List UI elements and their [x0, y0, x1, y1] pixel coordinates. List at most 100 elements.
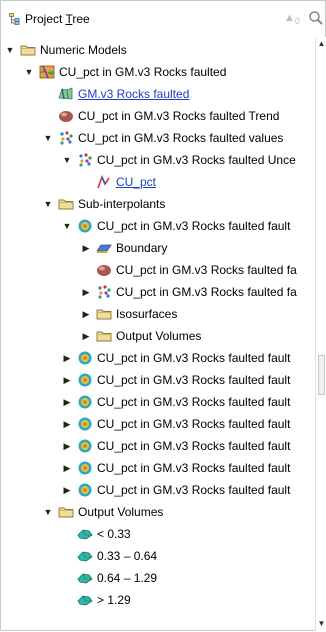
tree-item-label: CU_pct in GM.v3 Rocks faulted Trend	[78, 109, 280, 123]
tree-item-label: CU_pct in GM.v3 Rocks faulted fault	[97, 373, 291, 387]
tree-item-label: 0.33 – 0.64	[97, 549, 158, 563]
trend-ellipsoid-icon	[59, 111, 73, 122]
expand-toggle-down-icon[interactable]: ▼	[42, 127, 54, 149]
move-up-button[interactable]: ▲0	[284, 12, 304, 26]
tree-row-sub-interpolant-6[interactable]: ▶ CU_pct in GM.v3 Rocks faulted fault	[1, 435, 315, 457]
expand-toggle-down-icon[interactable]: ▼	[61, 149, 73, 171]
expand-toggle-down-icon[interactable]: ▼	[4, 39, 16, 61]
vertical-scrollbar[interactable]: ▲ ▼	[315, 37, 326, 631]
interpolant-icon	[78, 461, 92, 475]
expand-toggle-right-icon[interactable]: ▶	[61, 391, 73, 413]
expand-toggle-right-icon[interactable]: ▶	[80, 303, 92, 325]
folder-icon	[96, 331, 112, 342]
tree-item-label: Output Volumes	[116, 329, 202, 343]
tree-row-item-boundary[interactable]: ▶ Boundary	[1, 237, 315, 259]
scroll-thumb[interactable]	[318, 355, 325, 395]
tree-row-sub-interpolant-2[interactable]: ▶ CU_pct in GM.v3 Rocks faulted fault	[1, 347, 315, 369]
tree-item-label: CU_pct in GM.v3 Rocks faulted Unce	[97, 153, 296, 167]
tree-item-label: Numeric Models	[40, 43, 127, 57]
tree-item-label: Output Volumes	[78, 505, 164, 519]
tree-row-folder-isosurfaces[interactable]: ▶ Isosurfaces	[1, 303, 315, 325]
expand-toggle-right-icon[interactable]: ▶	[61, 479, 73, 501]
project-tree-panel: Project Tree ▲0 ▼ Numeric Models ▼ CU_pct i…	[0, 0, 326, 631]
tree-row-item-trend[interactable]: CU_pct in GM.v3 Rocks faulted Trend	[1, 105, 315, 127]
drillhole-icon	[97, 174, 110, 189]
points-icon	[79, 153, 92, 167]
tree-row-sub-interpolant-4[interactable]: ▶ CU_pct in GM.v3 Rocks faulted fault	[1, 391, 315, 413]
tree-row-volume-lt-033[interactable]: < 0.33	[1, 523, 315, 545]
tree-row-item-sub-trend[interactable]: CU_pct in GM.v3 Rocks faulted fa	[1, 259, 315, 281]
expand-toggle-right-icon[interactable]: ▶	[61, 347, 73, 369]
tree-item-label: CU_pct in GM.v3 Rocks faulted fault	[97, 219, 291, 233]
expand-toggle-right-icon[interactable]: ▶	[80, 281, 92, 303]
tree-view[interactable]: ▼ Numeric Models ▼ CU_pct in GM.v3 Rocks fa…	[1, 39, 315, 632]
search-icon[interactable]	[308, 10, 324, 26]
geology-model-icon	[58, 87, 73, 100]
tree-row-item-uncertainty[interactable]: ▼ CU_pct in GM.v3 Rocks faulted Unce	[1, 149, 315, 171]
expand-toggle-right-icon[interactable]: ▶	[61, 435, 73, 457]
tree-row-volume-064-129[interactable]: 0.64 – 1.29	[1, 567, 315, 589]
tree-row-sub-interpolant-8[interactable]: ▶ CU_pct in GM.v3 Rocks faulted fault	[1, 479, 315, 501]
tree-item-label: Sub-interpolants	[78, 197, 166, 211]
scroll-up-arrow-icon[interactable]: ▲	[316, 39, 326, 49]
tree-item-link[interactable]: GM.v3 Rocks faulted	[78, 83, 189, 105]
expand-toggle-right-icon[interactable]: ▶	[61, 457, 73, 479]
expand-toggle-down-icon[interactable]: ▼	[42, 193, 54, 215]
tree-row-model-cu-pct[interactable]: ▼ CU_pct in GM.v3 Rocks faulted	[1, 61, 315, 83]
volume-icon	[77, 573, 93, 584]
tree-row-folder-sub-output-volumes[interactable]: ▶ Output Volumes	[1, 325, 315, 347]
up-count: 0	[294, 16, 300, 27]
tree-item-label: CU_pct in GM.v3 Rocks faulted fault	[97, 395, 291, 409]
folder-icon	[58, 199, 74, 210]
tree-row-link-gm-v3[interactable]: GM.v3 Rocks faulted	[1, 83, 315, 105]
tree-item-label: CU_pct in GM.v3 Rocks faulted fa	[116, 285, 297, 299]
tree-item-label: CU_pct in GM.v3 Rocks faulted fault	[97, 417, 291, 431]
tree-row-folder-numeric-models[interactable]: ▼ Numeric Models	[1, 39, 315, 61]
panel-title: Project Tree	[25, 12, 90, 26]
tree-item-label: CU_pct in GM.v3 Rocks faulted values	[78, 131, 284, 145]
tree-row-sub-interpolant-3[interactable]: ▶ CU_pct in GM.v3 Rocks faulted fault	[1, 369, 315, 391]
tree-item-label: CU_pct in GM.v3 Rocks faulted	[59, 65, 227, 79]
tree-row-sub-interpolant-7[interactable]: ▶ CU_pct in GM.v3 Rocks faulted fault	[1, 457, 315, 479]
panel-titlebar: Project Tree ▲0	[1, 1, 325, 37]
expand-toggle-right-icon[interactable]: ▶	[61, 369, 73, 391]
tree-item-label: CU_pct in GM.v3 Rocks faulted fault	[97, 483, 291, 497]
scroll-down-arrow-icon[interactable]: ▼	[316, 619, 326, 629]
tree-row-volume-033-064[interactable]: 0.33 – 0.64	[1, 545, 315, 567]
expand-toggle-right-icon[interactable]: ▶	[80, 237, 92, 259]
tree-row-item-values[interactable]: ▼ CU_pct in GM.v3 Rocks faulted values	[1, 127, 315, 149]
points-icon	[60, 131, 73, 145]
tree-item-link[interactable]: CU_pct	[116, 171, 156, 193]
interpolant-icon	[78, 417, 92, 431]
tree-row-item-sub-values[interactable]: ▶ CU_pct in GM.v3 Rocks faulted fa	[1, 281, 315, 303]
volume-icon	[77, 595, 93, 606]
trend-ellipsoid-icon	[97, 265, 111, 276]
interpolant-icon	[78, 439, 92, 453]
tree-row-folder-sub-interpolants[interactable]: ▼ Sub-interpolants	[1, 193, 315, 215]
folder-icon	[20, 45, 36, 56]
tree-row-folder-output-volumes[interactable]: ▼ Output Volumes	[1, 501, 315, 523]
panel-title-pre: Project	[25, 12, 66, 26]
expand-toggle-down-icon[interactable]: ▼	[42, 501, 54, 523]
expand-toggle-right-icon[interactable]: ▶	[61, 413, 73, 435]
expand-toggle-down-icon[interactable]: ▼	[61, 215, 73, 237]
tree-row-link-cu-pct[interactable]: CU_pct	[1, 171, 315, 193]
tree-item-label: CU_pct in GM.v3 Rocks faulted fault	[97, 439, 291, 453]
tree-row-sub-interpolant-1[interactable]: ▼ CU_pct in GM.v3 Rocks faulted fault	[1, 215, 315, 237]
volume-icon	[77, 551, 93, 562]
interpolant-icon	[78, 395, 92, 409]
tree-item-label: < 0.33	[97, 527, 131, 541]
expand-toggle-down-icon[interactable]: ▼	[23, 61, 35, 83]
tree-item-label: CU_pct in GM.v3 Rocks faulted fa	[116, 263, 297, 277]
tree-item-label: > 1.29	[97, 593, 131, 607]
tree-item-label: CU_pct in GM.v3 Rocks faulted fault	[97, 351, 291, 365]
tree-item-label: Isosurfaces	[116, 307, 178, 321]
tree-row-sub-interpolant-5[interactable]: ▶ CU_pct in GM.v3 Rocks faulted fault	[1, 413, 315, 435]
interpolant-icon	[78, 373, 92, 387]
expand-toggle-right-icon[interactable]: ▶	[80, 325, 92, 347]
interpolant-icon	[78, 483, 92, 497]
up-arrow-icon: ▲	[284, 12, 295, 24]
panel-title-post: ree	[72, 12, 90, 26]
points-icon	[98, 285, 111, 299]
tree-row-volume-gt-129[interactable]: > 1.29	[1, 589, 315, 611]
